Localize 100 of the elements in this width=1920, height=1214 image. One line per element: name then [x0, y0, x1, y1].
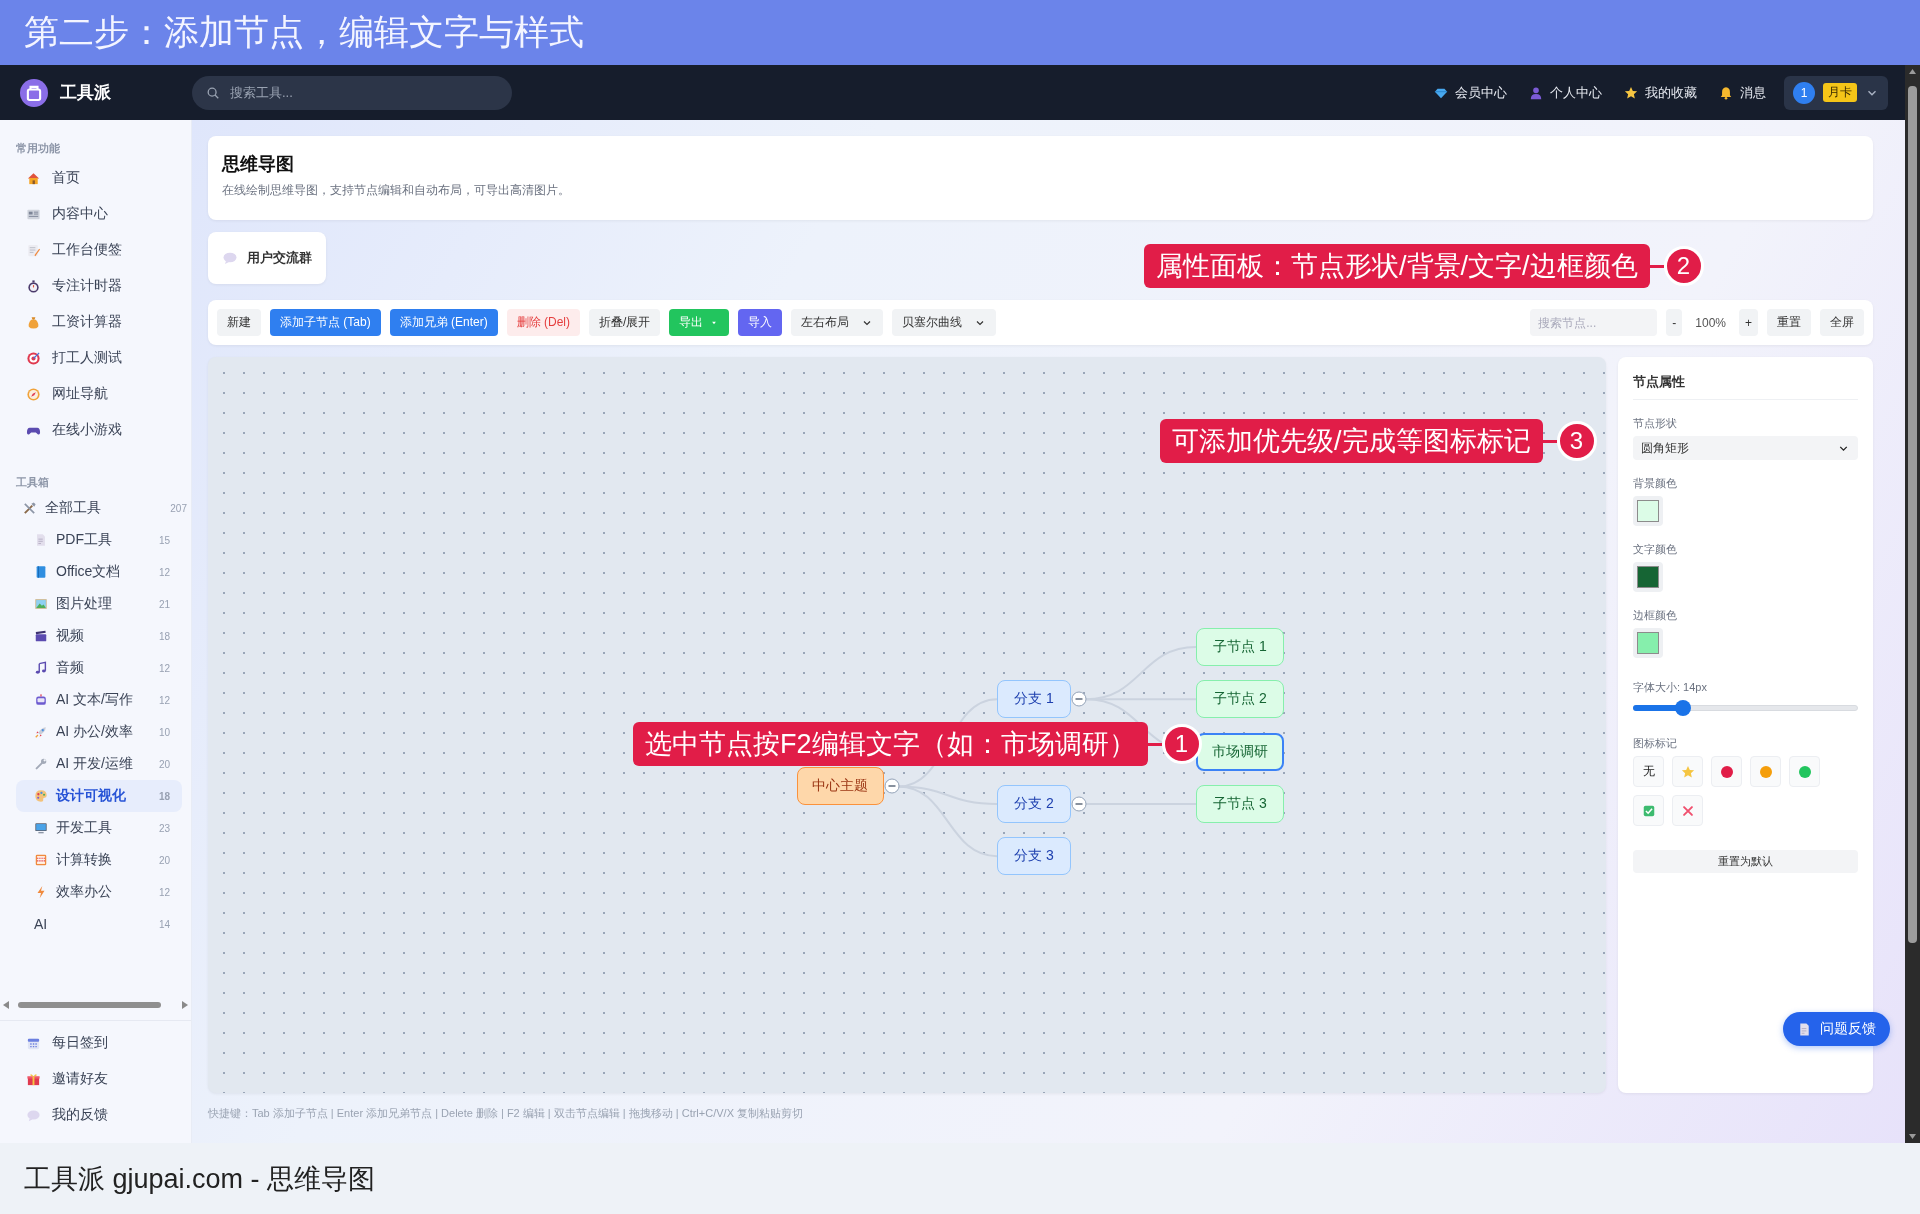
sidebar-item[interactable]: 开发工具 23 [16, 812, 182, 844]
toolbar-button[interactable]: 添加子节点 (Tab) [270, 309, 381, 336]
mindmap-node[interactable]: 子节点 3 [1196, 784, 1284, 823]
sidebar-item[interactable]: 效率办公 12 [16, 876, 182, 908]
community-button[interactable]: 用户交流群 [208, 232, 326, 284]
collapse-toggle[interactable] [1071, 691, 1087, 708]
abacus-icon [34, 853, 48, 867]
sidebar-item[interactable]: 每日签到 [0, 1025, 191, 1061]
field-label: 边框颜色 [1633, 608, 1678, 623]
sidebar-item[interactable]: AI 开发/运维 20 [16, 748, 182, 780]
sidebar-item[interactable]: 在线小游戏 [0, 412, 191, 448]
marker-button[interactable] [1633, 795, 1664, 826]
sidebar-item[interactable]: AI 办公/效率 10 [16, 716, 182, 748]
callout-tooltip: 选中节点按F2编辑文字（如：市场调研） [633, 722, 1148, 766]
sidebar-item[interactable]: Office文档 12 [16, 556, 182, 588]
mindmap-node[interactable]: 子节点 1 [1196, 628, 1284, 666]
user-menu[interactable]: 1 月卡 [1784, 75, 1888, 110]
sidebar-item[interactable]: 我的反馈 [0, 1097, 191, 1133]
mindmap-node[interactable]: 子节点 2 [1196, 680, 1284, 719]
toolbar-button[interactable]: 添加兄弟 (Enter) [389, 309, 498, 336]
sidebar-item[interactable]: 视频 18 [16, 620, 182, 652]
sidebar-item[interactable]: AI 14 [16, 908, 182, 940]
field-label: 背景颜色 [1633, 476, 1678, 491]
sidebar-item[interactable]: 网址导航 [0, 376, 191, 412]
toolbar-button[interactable]: 折叠/展开 [589, 309, 661, 336]
sidebar-item[interactable]: 工作台便签 [0, 232, 191, 268]
check-box-icon [1641, 803, 1656, 818]
search-field[interactable]: 搜索工具... [192, 75, 512, 110]
slider-thumb[interactable] [1674, 700, 1691, 716]
mindmap-node[interactable]: 分支 3 [997, 837, 1071, 876]
field-label: 字体大小: 14px [1633, 680, 1708, 695]
sidebar-item[interactable]: 设计可视化 18 [16, 780, 182, 812]
person-icon [1529, 85, 1543, 100]
nav-link[interactable]: 我的收藏 [1624, 83, 1697, 102]
marker-button[interactable] [1672, 756, 1703, 787]
item-count: 14 [158, 918, 170, 930]
toolbar-button[interactable]: 新建 [217, 309, 261, 336]
wrench-icon [34, 757, 48, 771]
book-icon [34, 565, 48, 579]
logo-icon [20, 78, 48, 107]
mindmap-node[interactable]: 市场调研 [1196, 732, 1284, 771]
fullscreen-button[interactable]: 全屏 [1820, 309, 1864, 336]
zoom-out-button[interactable]: - [1666, 309, 1683, 336]
image-icon [34, 597, 48, 611]
dropdown-select[interactable]: 左右布局 [791, 309, 884, 336]
sidebar-item[interactable]: 图片处理 21 [16, 588, 182, 620]
sidebar-item[interactable]: 全部工具 207 [0, 492, 191, 524]
marker-button[interactable] [1789, 756, 1820, 787]
font-size-slider[interactable] [1633, 700, 1858, 716]
item-count: 207 [170, 502, 187, 514]
toolbar-button[interactable]: 导入 [738, 309, 783, 336]
section-label: 工具箱 [15, 475, 50, 490]
callout-tooltip: 属性面板：节点形状/背景/文字/边框颜色 [1144, 244, 1650, 288]
mindmap-node[interactable]: 分支 2 [997, 784, 1071, 823]
memo-icon [26, 242, 41, 258]
zoom-in-button[interactable]: + [1739, 309, 1758, 336]
mindmap-node[interactable]: 分支 1 [997, 680, 1071, 719]
marker-button[interactable]: 无 [1633, 756, 1664, 787]
item-count: 21 [158, 598, 170, 610]
palette-icon [34, 789, 48, 803]
marker-button[interactable] [1672, 795, 1703, 826]
sidebar-item[interactable]: 音频 12 [16, 652, 182, 684]
marker-button[interactable] [1711, 756, 1742, 787]
callout-tooltip: 可添加优先级/完成等图标标记 [1160, 419, 1543, 463]
page-title: 思维导图 [222, 153, 295, 176]
toolbar-button[interactable]: 删除 (Del) [506, 309, 581, 336]
monitor-icon [34, 821, 48, 835]
stopwatch-icon [26, 278, 41, 294]
footer-caption: 工具派 gjupai.com - 思维导图 [24, 1162, 376, 1196]
compass-icon [26, 386, 41, 402]
reset-default-button[interactable]: 重置为默认 [1633, 850, 1858, 873]
marker-button[interactable] [1750, 756, 1781, 787]
mindmap-node[interactable]: 中心主题 [796, 767, 884, 806]
nav-link[interactable]: 个人中心 [1529, 83, 1602, 102]
brand-name: 工具派 [60, 82, 111, 104]
nav-link[interactable]: 会员中心 [1434, 83, 1507, 102]
feedback-button[interactable]: 问题反馈 [1783, 1012, 1890, 1046]
sidebar-item[interactable]: 工资计算器 [0, 304, 191, 340]
music-note-icon [34, 661, 48, 675]
sidebar-item[interactable]: 专注计时器 [0, 268, 191, 304]
reset-button[interactable]: 重置 [1767, 309, 1811, 336]
sidebar-item[interactable]: 邀请好友 [0, 1061, 191, 1097]
banner-title: 第二步：添加节点，编辑文字与样式 [24, 11, 584, 53]
sidebar-item[interactable]: PDF工具 15 [16, 524, 182, 556]
nav-link[interactable]: 消息 [1719, 83, 1766, 102]
sidebar-item[interactable]: 内容中心 [0, 196, 191, 232]
dropdown-select[interactable]: 贝塞尔曲线 [892, 309, 997, 336]
sidebar-item[interactable]: AI 文本/写作 12 [16, 684, 182, 716]
sidebar-item[interactable]: 打工人测试 [0, 340, 191, 376]
sidebar-item[interactable]: 计算转换 20 [16, 844, 182, 876]
shape-select[interactable]: 圆角矩形 [1633, 436, 1858, 460]
node-search-field[interactable]: 搜索节点... [1530, 309, 1658, 336]
star-icon [1680, 764, 1695, 779]
sidebar-item[interactable]: 首页 [0, 160, 191, 196]
collapse-toggle[interactable] [1071, 795, 1087, 812]
collapse-toggle[interactable] [883, 778, 900, 795]
user-avatar: 1 [1793, 81, 1815, 104]
document-icon [1797, 1021, 1812, 1037]
target-icon [26, 350, 41, 366]
item-count: 12 [158, 694, 170, 706]
